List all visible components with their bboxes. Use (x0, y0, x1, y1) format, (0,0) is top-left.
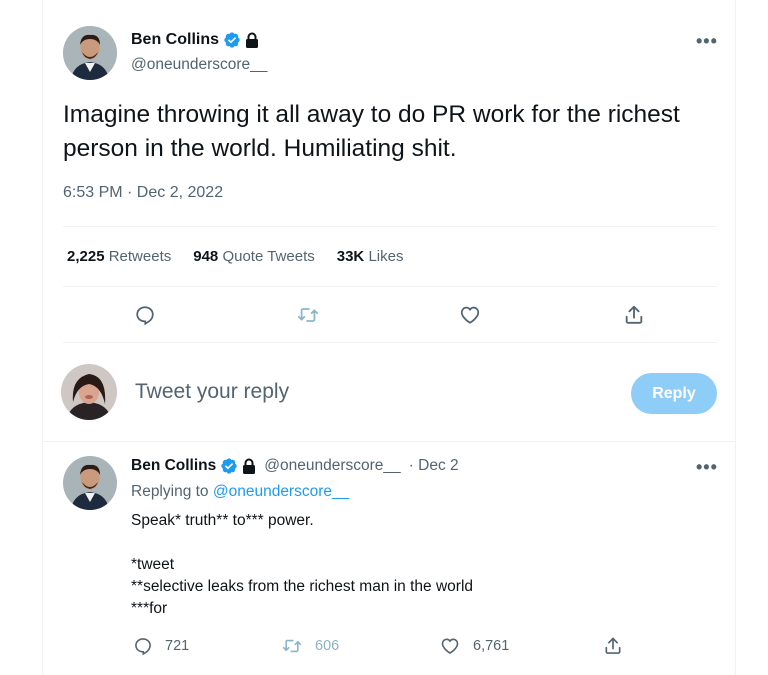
like-heart-icon[interactable] (457, 302, 483, 328)
replying-to-prefix: Replying to (131, 483, 209, 500)
tweet-detail-panel: Ben Collins @oneunderscore__ ••• Imagine… (42, 0, 736, 675)
retweets-label: Retweets (108, 248, 172, 265)
protected-lock-icon (243, 458, 256, 474)
reply-author-avatar[interactable] (63, 456, 117, 510)
reply-replies-action[interactable]: 721 (133, 636, 189, 656)
tweet-stats: 2,225 Retweets 948 Quote Tweets 33K Like… (67, 248, 403, 265)
reply-date[interactable]: · Dec 2 (409, 457, 459, 475)
author-name[interactable]: Ben Collins (131, 31, 259, 49)
likes-stat[interactable]: 33K Likes (337, 248, 404, 265)
reply-likes-action[interactable]: 6,761 (439, 636, 509, 656)
likes-label: Likes (368, 248, 404, 265)
verified-badge-icon (224, 32, 240, 48)
retweet-icon[interactable] (295, 302, 321, 328)
reply-text: Speak* truth** to*** power. *tweet **sel… (131, 512, 474, 617)
quote-tweets-stat[interactable]: 948 Quote Tweets (193, 248, 314, 265)
divider (63, 342, 717, 343)
reply-more-options-icon[interactable]: ••• (696, 458, 718, 476)
divider (63, 286, 717, 287)
author-avatar[interactable] (63, 26, 117, 80)
current-user-avatar[interactable] (61, 364, 117, 420)
share-icon (605, 637, 621, 654)
retweet-icon (282, 639, 302, 653)
replying-to-link[interactable]: @oneunderscore__ (213, 483, 349, 500)
divider (63, 226, 717, 227)
tweet-text: Imagine throwing it all away to do PR wo… (63, 101, 680, 162)
tweet-timestamp[interactable]: 6:53 PM · Dec 2, 2022 (63, 184, 223, 202)
protected-lock-icon (246, 32, 259, 48)
more-options-icon[interactable]: ••• (696, 32, 718, 50)
retweets-stat[interactable]: 2,225 Retweets (67, 248, 171, 265)
reply-author-handle[interactable]: @oneunderscore__ (264, 457, 400, 475)
likes-count: 33K (336, 248, 365, 265)
quote-tweets-count: 948 (193, 248, 219, 265)
replies-count: 721 (165, 638, 190, 654)
share-icon[interactable] (621, 302, 647, 328)
retweets-count: 2,225 (67, 248, 105, 265)
reply-author-name[interactable]: Ben Collins (131, 457, 216, 475)
reply-icon[interactable] (132, 302, 158, 328)
verified-badge-icon (221, 458, 237, 474)
author-handle[interactable]: @oneunderscore__ (131, 56, 267, 74)
author-name-text[interactable]: Ben Collins (131, 31, 219, 49)
divider (43, 441, 735, 442)
likes-count: 6,761 (473, 638, 510, 654)
replying-to-line: Replying to @oneunderscore__ (131, 483, 349, 501)
reply-retweets-action[interactable]: 606 (281, 636, 339, 656)
reply-icon (135, 638, 151, 656)
retweets-count: 606 (315, 638, 340, 654)
like-heart-icon (441, 638, 459, 654)
reply-share-action[interactable] (603, 636, 623, 656)
reply-author-line: Ben Collins @oneunderscore__ · Dec 2 (131, 457, 459, 475)
quote-tweets-label: Quote Tweets (222, 248, 315, 265)
reply-input[interactable]: Tweet your reply (135, 380, 289, 404)
reply-button[interactable]: Reply (631, 373, 717, 414)
